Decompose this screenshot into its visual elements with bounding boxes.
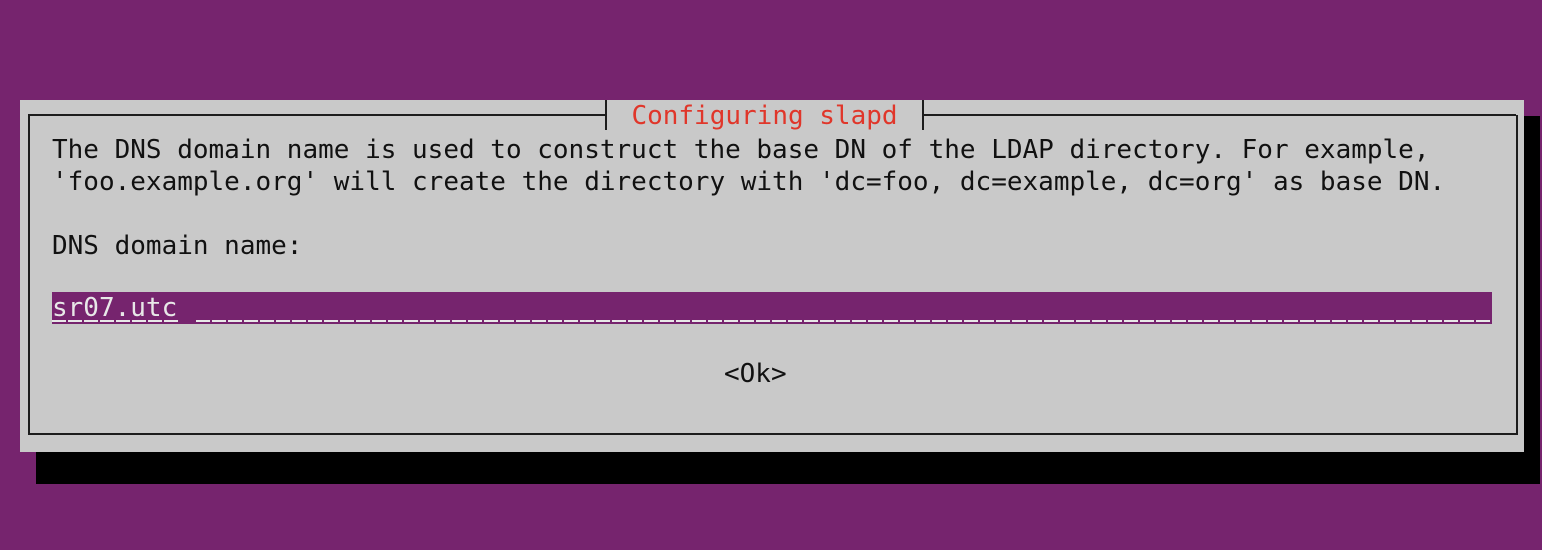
- frame-top-right-border: [924, 114, 1516, 116]
- text-cursor: [180, 296, 196, 322]
- title-tick-right: [922, 100, 924, 130]
- slapd-config-dialog: Configuring slapd The DNS domain name is…: [20, 100, 1524, 452]
- ok-button[interactable]: <Ok>: [724, 358, 787, 390]
- description-line-2: 'foo.example.org' will create the direct…: [52, 167, 1446, 197]
- dns-domain-label: DNS domain name:: [52, 231, 303, 261]
- dns-domain-input[interactable]: sr07.utc: [52, 292, 1492, 324]
- terminal-screen: Configuring slapd The DNS domain name is…: [0, 0, 1542, 550]
- dns-domain-value: sr07.utc: [52, 293, 178, 323]
- input-underline: [52, 320, 1492, 322]
- frame-top-left-border: [28, 114, 605, 116]
- dialog-description: The DNS domain name is used to construct…: [52, 134, 1445, 198]
- dialog-title: Configuring slapd: [631, 101, 898, 131]
- description-line-1: The DNS domain name is used to construct…: [52, 135, 1430, 165]
